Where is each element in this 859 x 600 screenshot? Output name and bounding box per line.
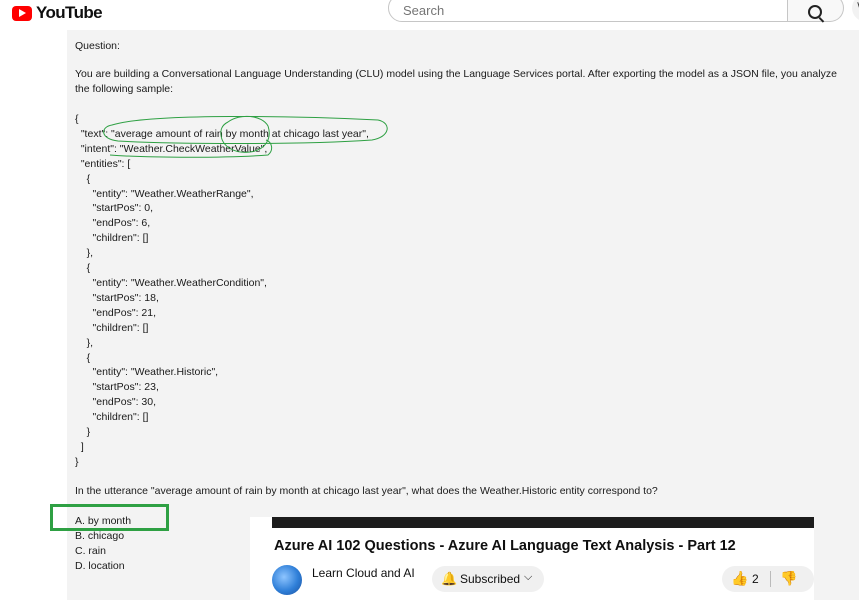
json-line: "children": []: [75, 411, 149, 424]
search-button[interactable]: [788, 0, 844, 22]
json-line: "children": []: [75, 232, 149, 245]
bell-icon: 🔔: [441, 571, 458, 586]
thumbnail-strip[interactable]: [272, 517, 814, 528]
json-line: "endPos": 6,: [75, 217, 151, 230]
video-player[interactable]: Question: You are building a Conversatio…: [67, 30, 859, 600]
json-line: {: [75, 172, 91, 185]
json-line: "startPos": 23,: [75, 381, 159, 394]
json-line: "startPos": 0,: [75, 202, 154, 215]
json-line: {: [75, 113, 79, 125]
thumbs-up-icon[interactable]: 👍: [731, 570, 748, 587]
json-line: },: [75, 336, 94, 349]
chevron-down-icon: ⌵: [524, 571, 533, 583]
json-line: "entity": "Weather.WeatherCondition",: [75, 276, 267, 289]
json-line: ]: [75, 440, 84, 453]
json-line: }: [75, 455, 79, 468]
question-intro: You are building a Conversational Langua…: [75, 68, 837, 95]
json-line: "text": "average amount of rain by month…: [75, 127, 369, 140]
json-line: {: [75, 351, 91, 364]
video-info-card: Azure AI 102 Questions - Azure AI Langua…: [250, 517, 814, 600]
json-sample: { "text": "average amount of rain by mon…: [75, 112, 369, 470]
json-line: "endPos": 21,: [75, 306, 157, 319]
json-line: }: [75, 426, 91, 439]
divider: [770, 571, 771, 587]
json-line: "entities": [: [75, 157, 131, 170]
question-text: In the utterance "average amount of rain…: [75, 485, 658, 497]
thumbs-down-icon[interactable]: 👎: [780, 570, 797, 587]
json-line: "entity": "Weather.WeatherRange",: [75, 187, 254, 200]
youtube-logo[interactable]: YouTube: [12, 3, 103, 23]
option-b: B. chicago: [75, 529, 125, 542]
search-input[interactable]: [401, 2, 765, 19]
json-line: "entity": "Weather.Historic",: [75, 366, 219, 379]
subscribed-label: Subscribed: [460, 572, 521, 586]
like-count: 2: [752, 572, 759, 586]
search-icon: [808, 5, 822, 19]
json-line: "endPos": 30,: [75, 396, 157, 409]
json-line: },: [75, 247, 94, 260]
like-dislike-group: 👍 2 👎: [722, 566, 814, 592]
json-line: "startPos": 18,: [75, 291, 159, 304]
option-d: D. location: [75, 559, 125, 572]
search-box[interactable]: [388, 0, 788, 22]
play-logo-icon: [12, 5, 32, 21]
answer-highlight-box: [50, 504, 169, 531]
logo-text: YouTube: [36, 3, 103, 22]
json-line: "children": []: [75, 321, 149, 334]
subscribed-button[interactable]: 🔔 Subscribed ⌵: [432, 566, 544, 592]
json-line: {: [75, 262, 91, 275]
json-line: "intent": "Weather.CheckWeatherValue",: [75, 142, 268, 155]
video-title[interactable]: Azure AI 102 Questions - Azure AI Langua…: [274, 538, 736, 554]
top-bar: YouTube ∨: [0, 0, 859, 30]
channel-avatar[interactable]: [272, 565, 302, 595]
question-label: Question:: [75, 40, 120, 52]
voice-search-button[interactable]: ∨: [852, 0, 859, 22]
channel-name[interactable]: Learn Cloud and AI: [312, 566, 415, 580]
option-c: C. rain: [75, 544, 106, 557]
